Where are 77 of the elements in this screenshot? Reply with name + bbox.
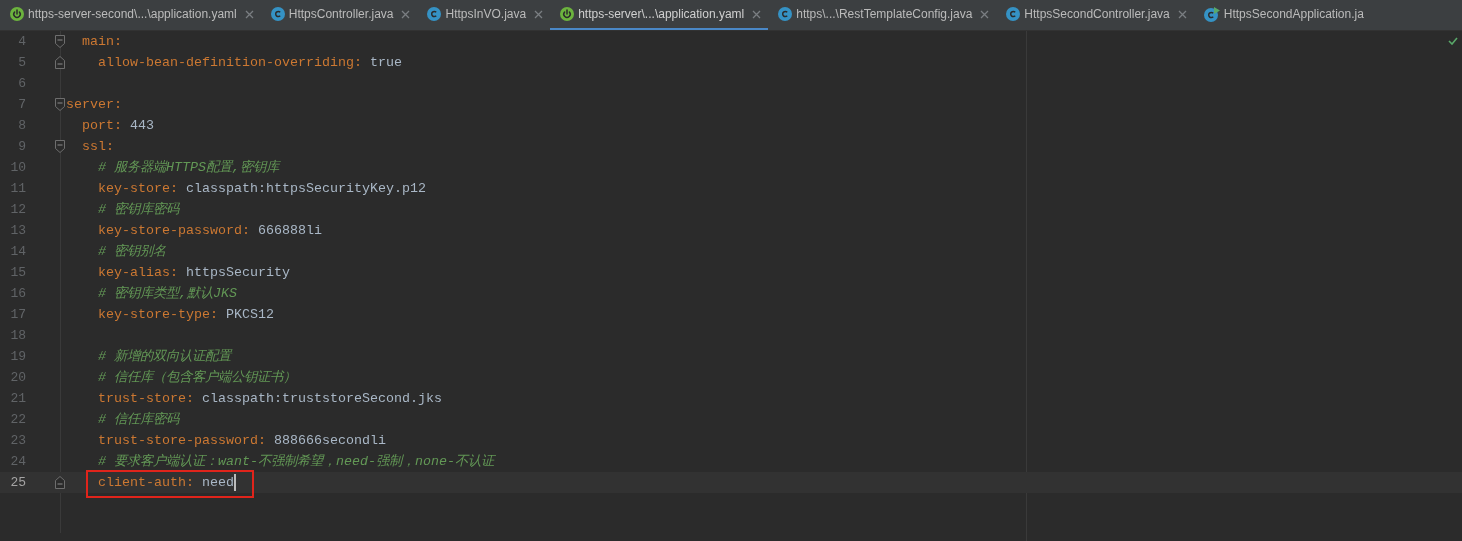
code-comment: # 新增的双向认证配置 [97, 347, 231, 366]
yaml-key: key-store-type: [66, 304, 218, 325]
fold-icon[interactable] [55, 140, 65, 153]
line-number: 10 [9, 158, 26, 177]
line-number: 14 [9, 242, 26, 261]
line-number: 24 [9, 452, 26, 471]
yaml-key: trust-store-password: [66, 430, 266, 451]
class-icon [778, 7, 793, 21]
yaml-key: key-alias: [66, 262, 178, 283]
fold-icon[interactable] [55, 56, 65, 69]
line-number: 17 [9, 305, 26, 324]
yaml-value: true [369, 53, 402, 72]
line-number: 19 [9, 347, 26, 366]
code-comment: # 密钥库密码 [97, 200, 179, 219]
line-number: 13 [9, 221, 26, 240]
line-number: 7 [17, 95, 26, 114]
yaml-value: need [202, 473, 234, 492]
fold-icon[interactable] [55, 476, 65, 489]
editor-tab[interactable]: HttpsSecondApplication.ja [1193, 0, 1371, 30]
leaf-power-icon [560, 7, 575, 21]
line-number: 11 [9, 179, 26, 198]
close-icon[interactable] [244, 9, 254, 19]
code-comment: # 服务器端HTTPS配置,密钥库 [97, 158, 279, 177]
line-number: 23 [9, 431, 26, 450]
code-comment: # 信任库（包含客户端公钥证书） [97, 368, 296, 387]
close-icon[interactable] [401, 9, 411, 19]
editor-tab[interactable]: HttpsInVO.java [417, 0, 551, 30]
text-cursor [234, 474, 236, 491]
class-icon [1006, 7, 1021, 21]
line-number: 4 [17, 32, 26, 51]
run-class-icon [1203, 6, 1220, 22]
code-comment: # 密钥库类型,默认JKS [97, 284, 237, 303]
line-number: 20 [9, 368, 26, 387]
yaml-key: client-auth: [66, 472, 194, 493]
editor-tab[interactable]: HttpsSecondController.java [996, 0, 1194, 30]
fold-icon[interactable] [55, 35, 65, 48]
yaml-value: 666888li [257, 221, 322, 240]
leaf-power-icon [10, 7, 24, 21]
line-number: 12 [9, 200, 26, 219]
line-number: 6 [17, 74, 26, 93]
yaml-value: 888666secondli [273, 431, 386, 450]
editor-tab[interactable]: https-server-second\...\application.yaml [0, 0, 261, 30]
fold-icon[interactable] [55, 98, 65, 111]
line-number: 21 [9, 389, 26, 408]
line-number: 5 [17, 53, 26, 72]
line-number: 22 [9, 410, 26, 429]
close-icon[interactable] [752, 9, 762, 19]
yaml-key: key-store: [66, 178, 178, 199]
yaml-key: trust-store: [66, 388, 194, 409]
check-icon[interactable] [1448, 37, 1458, 45]
yaml-value: classpath:truststoreSecond.jks [202, 389, 442, 408]
yaml-key: port: [66, 115, 122, 136]
close-icon[interactable] [980, 9, 990, 19]
code-comment: # 密钥别名 [97, 242, 166, 261]
yaml-value: PKCS12 [225, 305, 274, 324]
yaml-value: 443 [130, 116, 154, 135]
code-comment: # 要求客户端认证：want-不强制希望，need-强制，none-不认证 [97, 452, 494, 471]
line-number: 18 [9, 326, 26, 345]
line-number: 15 [9, 263, 26, 282]
yaml-key: allow-bean-definition-overriding: [66, 52, 362, 73]
line-number: 9 [17, 137, 26, 156]
yaml-key: server: [66, 94, 122, 115]
code-comment: # 信任库密码 [97, 410, 179, 429]
editor-tab[interactable]: HttpsController.java [260, 0, 418, 30]
line-number: 16 [9, 284, 26, 303]
yaml-value: httpsSecurity [186, 263, 290, 282]
line-number: 8 [17, 116, 26, 135]
close-icon[interactable] [534, 9, 544, 19]
yaml-value: classpath:httpsSecurityKey.p12 [186, 179, 426, 198]
yaml-key: key-store-password: [66, 220, 250, 241]
yaml-key: ssl: [66, 136, 114, 157]
line-number: 25 [9, 473, 26, 492]
class-icon [270, 7, 285, 21]
class-icon [427, 7, 442, 21]
editor-tab[interactable]: https\...\RestTemplateConfig.java [768, 0, 997, 30]
close-icon[interactable] [1177, 9, 1187, 19]
yaml-key: main: [66, 31, 122, 52]
